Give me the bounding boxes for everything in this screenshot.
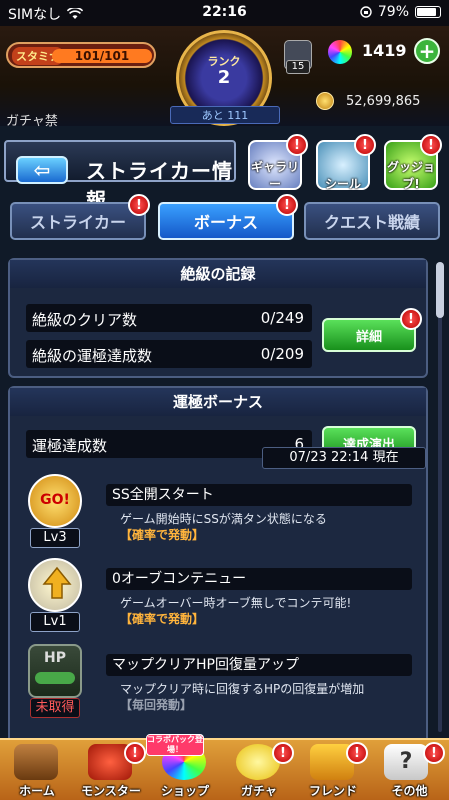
bottom-nav: ホーム モンスター ! ショップ ガチャ ! フレンド ! ? その他 ! bbox=[0, 738, 449, 800]
nav-friend-badge-icon: ! bbox=[346, 742, 368, 764]
bonus-desc: マップクリア時に回復するHPの回復量が増加 bbox=[120, 682, 365, 696]
gem-count: 15 bbox=[286, 60, 310, 74]
status-right: 79% bbox=[360, 4, 441, 20]
coin-count: 52,699,865 bbox=[346, 94, 421, 109]
bonus-desc: ゲームオーバー時オーブ無しでコンテ可能! bbox=[120, 596, 352, 610]
nav-gacha-badge-icon: ! bbox=[272, 742, 294, 764]
bonus-level: Lv1 bbox=[30, 612, 80, 632]
nav-other[interactable]: ? その他 ! bbox=[370, 740, 449, 800]
bonus-name: 0オーブコンテニュー bbox=[106, 568, 412, 590]
title-bar: ⇦ ストライカー情報 ギャラリー ! シール ! グッジョブ! ! bbox=[0, 134, 449, 212]
back-button[interactable]: ⇦ bbox=[16, 156, 68, 184]
bonus-item-hp-recovery[interactable]: HP 未取得 bbox=[24, 644, 86, 722]
winged-arrow-icon bbox=[28, 558, 82, 612]
stamina-value: 101/101 bbox=[74, 49, 130, 63]
zekkyu-record-heading: 絶級の記録 bbox=[10, 260, 426, 288]
nav-home[interactable]: ホーム bbox=[0, 740, 74, 800]
sticker-badge-icon: ! bbox=[354, 134, 376, 156]
bonus-content[interactable]: 絶級の記録 絶級のクリア数 0/249 絶級の運極達成数 0/209 詳細 ! … bbox=[8, 258, 428, 738]
scrollbar[interactable] bbox=[436, 262, 444, 732]
gallery-label: ギャラリー bbox=[250, 160, 299, 191]
orb-icon bbox=[328, 40, 352, 64]
nav-monster-badge-icon: ! bbox=[124, 742, 146, 764]
detail-button-label: 詳細 bbox=[355, 329, 382, 345]
tab-bonus-badge-icon: ! bbox=[276, 194, 298, 216]
goodjob-label: グッジョブ! bbox=[386, 160, 435, 191]
next-rank-counter: あと 111 bbox=[170, 106, 280, 124]
bonus-item-zero-orb-continue[interactable]: Lv1 bbox=[24, 558, 86, 636]
gallery-badge-icon: ! bbox=[286, 134, 308, 156]
nav-gacha[interactable]: ガチャ ! bbox=[222, 740, 296, 800]
tab-quest-record[interactable]: クエスト戦績 bbox=[304, 202, 440, 240]
bonus-condition: 【確率で発動】 bbox=[120, 528, 205, 542]
scroll-track bbox=[438, 262, 442, 732]
tab-bonus-label: ボーナス bbox=[193, 213, 258, 232]
collab-pack-tag: コラボパック登場！ bbox=[146, 734, 204, 756]
bonus-desc: ゲーム開始時にSSが満タン状態になる bbox=[120, 512, 327, 526]
bonus-level: Lv3 bbox=[30, 528, 80, 548]
nav-monster[interactable]: モンスター ! bbox=[74, 740, 148, 800]
record-value: 0/249 bbox=[260, 309, 304, 327]
nav-gacha-label: ガチャ bbox=[241, 784, 277, 798]
arrow-up-icon bbox=[42, 566, 72, 599]
go-icon-text: GO! bbox=[40, 492, 70, 508]
unkyoku-bonus-heading: 運極ボーナス bbox=[10, 388, 426, 416]
coin-icon bbox=[316, 92, 334, 110]
unkyoku-count-label: 運極達成数 bbox=[32, 437, 108, 455]
go-icon: GO! bbox=[28, 474, 82, 528]
record-value: 0/209 bbox=[260, 345, 304, 363]
goodjob-badge-icon: ! bbox=[420, 134, 442, 156]
bonus-item-ss-start[interactable]: GO! Lv3 bbox=[24, 474, 86, 552]
home-icon bbox=[14, 744, 58, 780]
record-label: 絶級の運極達成数 bbox=[32, 347, 153, 365]
gallery-button[interactable]: ギャラリー ! bbox=[248, 134, 308, 191]
detail-badge-icon: ! bbox=[400, 308, 422, 330]
nav-shop-label: ショップ bbox=[160, 784, 209, 798]
tab-striker-badge-icon: ! bbox=[128, 194, 150, 216]
goodjob-button[interactable]: グッジョブ! ! bbox=[384, 134, 442, 191]
scroll-thumb[interactable] bbox=[436, 262, 444, 318]
tab-bonus[interactable]: ボーナス ! bbox=[158, 194, 298, 240]
status-bar: SIMなし 22:16 79% bbox=[0, 0, 449, 26]
nav-other-badge-icon: ! bbox=[423, 742, 445, 764]
add-orb-button[interactable]: + bbox=[414, 38, 440, 64]
nav-friend-label: フレンド bbox=[308, 784, 357, 798]
bonus-name: SS全開スタート bbox=[106, 484, 412, 506]
nav-other-label: その他 bbox=[391, 784, 428, 798]
title-panel: ⇦ ストライカー情報 bbox=[4, 140, 236, 212]
bonus-condition: 【確率で発動】 bbox=[120, 612, 205, 626]
data-timestamp: 07/23 22:14 現在 bbox=[262, 447, 426, 469]
rank-value: 2 bbox=[217, 67, 231, 88]
tab-striker[interactable]: ストライカー ! bbox=[10, 194, 150, 240]
bonus-name: マップクリアHP回復量アップ bbox=[106, 654, 412, 676]
gacha-ban-label: ガチャ禁 bbox=[6, 114, 58, 129]
battery-text: 79% bbox=[377, 4, 409, 20]
nav-monster-label: モンスター bbox=[81, 784, 141, 798]
tab-striker-label: ストライカー bbox=[29, 213, 126, 232]
bonus-condition: 【毎回発動】 bbox=[120, 698, 193, 712]
stamina-gauge: スタミナ 101/101 bbox=[6, 42, 156, 68]
question-icon: ? bbox=[384, 744, 428, 780]
record-row-clear: 絶級のクリア数 0/249 bbox=[26, 304, 312, 332]
battery-icon bbox=[415, 6, 441, 18]
game-header: スタミナ 101/101 ランク 2 15 1419 + ガチャ禁 あと 111… bbox=[0, 26, 449, 129]
sticker-button[interactable]: シール ! bbox=[316, 134, 376, 191]
orb-count: 1419 bbox=[362, 41, 407, 60]
zekkyu-record-section: 絶級の記録 絶級のクリア数 0/249 絶級の運極達成数 0/209 詳細 ! bbox=[8, 258, 428, 378]
hp-icon: HP bbox=[28, 644, 82, 698]
hp-bar bbox=[35, 672, 75, 684]
lock-rotation-icon bbox=[360, 6, 372, 18]
record-row-unkyoku: 絶級の運極達成数 0/209 bbox=[26, 340, 312, 368]
bonus-level: 未取得 bbox=[30, 698, 80, 718]
record-label: 絶級のクリア数 bbox=[32, 311, 138, 329]
tab-quest-record-label: クエスト戦績 bbox=[323, 213, 420, 232]
hp-icon-text: HP bbox=[44, 650, 66, 666]
nav-friend[interactable]: フレンド ! bbox=[296, 740, 370, 800]
nav-home-label: ホーム bbox=[19, 784, 55, 798]
sticker-label: シール bbox=[324, 177, 361, 191]
detail-button[interactable]: 詳細 ! bbox=[322, 308, 422, 352]
unkyoku-bonus-section: 運極ボーナス 運極達成数 6 達成演出 GO! Lv3 SS全開スタート ゲーム… bbox=[8, 386, 428, 738]
